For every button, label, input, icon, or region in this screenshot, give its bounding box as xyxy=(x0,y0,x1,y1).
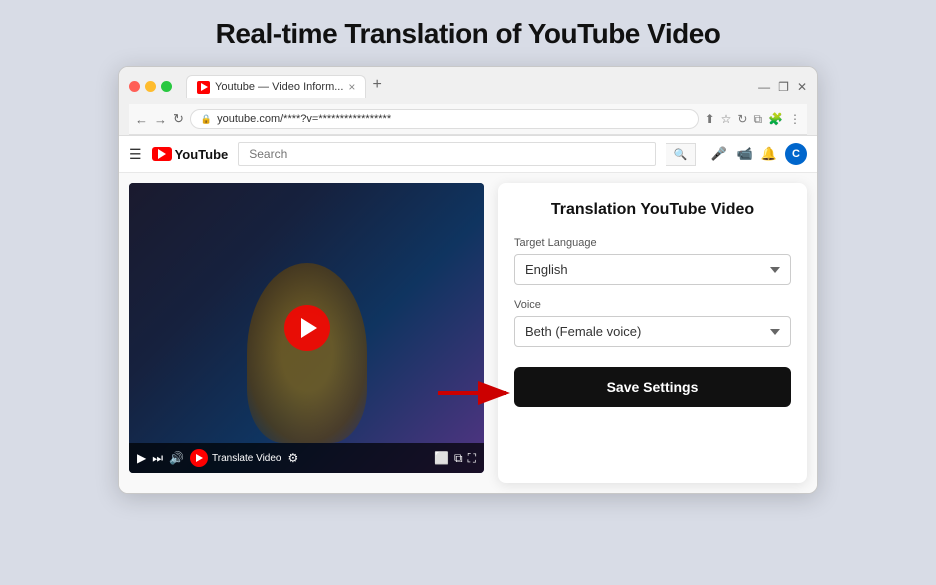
search-button[interactable]: 🔍 xyxy=(666,143,697,166)
notifications-icon[interactable]: 🔔 xyxy=(761,146,777,162)
active-tab[interactable]: Youtube — Video Inform... × xyxy=(186,75,366,98)
create-icon[interactable]: 📹 xyxy=(737,146,753,162)
minimize-button[interactable]: — xyxy=(758,80,770,94)
user-avatar[interactable]: C xyxy=(785,143,807,165)
voice-label: Voice xyxy=(514,299,791,311)
browser-content: ▶ ⏭ 🔊 Translate Video ⚙ ⬜ ⧉ ⛶ xyxy=(119,173,817,493)
translate-video-button[interactable]: Translate Video xyxy=(190,449,282,467)
video-background xyxy=(129,183,484,473)
new-tab-button[interactable]: + xyxy=(372,76,381,98)
restore-button[interactable]: ❐ xyxy=(778,80,789,94)
tab-bar: Youtube — Video Inform... × + xyxy=(186,75,752,98)
target-language-select[interactable]: English Spanish French German Japanese C… xyxy=(514,254,791,285)
lock-icon: 🔒 xyxy=(201,114,212,125)
close-window-dot[interactable] xyxy=(129,81,140,92)
reload-icon[interactable]: ↻ xyxy=(737,112,747,126)
tab-close-button[interactable]: × xyxy=(348,80,355,94)
page-title: Real-time Translation of YouTube Video xyxy=(216,18,721,50)
menu-icon[interactable]: ⋮ xyxy=(789,112,801,126)
voice-field: Voice Beth (Female voice) Amy (Female vo… xyxy=(514,299,791,347)
minimize-window-dot[interactable] xyxy=(145,81,156,92)
miniplayer-control[interactable]: ⧉ xyxy=(454,451,463,466)
bookmark-icon[interactable]: ☆ xyxy=(721,112,732,126)
translate-icon xyxy=(190,449,208,467)
browser-titlebar: Youtube — Video Inform... × + — ❐ ✕ ← → … xyxy=(119,67,817,136)
close-button[interactable]: ✕ xyxy=(797,80,807,94)
share-icon[interactable]: ⬆ xyxy=(705,112,715,126)
forward-button[interactable]: → xyxy=(154,112,167,127)
voice-select[interactable]: Beth (Female voice) Amy (Female voice) B… xyxy=(514,316,791,347)
maximize-window-dot[interactable] xyxy=(161,81,172,92)
hamburger-menu[interactable]: ☰ xyxy=(129,146,142,163)
next-control[interactable]: ⏭ xyxy=(152,451,163,466)
address-bar[interactable]: 🔒 youtube.com/****?v=***************** xyxy=(190,109,699,129)
mic-icon[interactable]: 🎤 xyxy=(710,146,726,162)
browser-window: Youtube — Video Inform... × + — ❐ ✕ ← → … xyxy=(118,66,818,494)
panel-title: Translation YouTube Video xyxy=(514,201,791,219)
youtube-logo-icon xyxy=(152,147,172,161)
url-text: youtube.com/****?v=***************** xyxy=(217,113,391,125)
refresh-button[interactable]: ↻ xyxy=(173,111,184,127)
window-controls: — ❐ ✕ xyxy=(758,80,807,94)
extensions-icon[interactable]: 🧩 xyxy=(768,112,783,126)
target-language-field: Target Language English Spanish French G… xyxy=(514,237,791,285)
youtube-navbar: ☰ YouTube 🔍 🎤 📹 🔔 C xyxy=(119,136,817,173)
target-language-label: Target Language xyxy=(514,237,791,249)
video-player[interactable]: ▶ ⏭ 🔊 Translate Video ⚙ ⬜ ⧉ ⛶ xyxy=(129,183,484,473)
youtube-logo-text: YouTube xyxy=(175,147,229,162)
navbar-right-icons: 📹 🔔 C xyxy=(737,143,807,165)
settings-control[interactable]: ⚙ xyxy=(288,451,299,465)
translation-panel: Translation YouTube Video Target Languag… xyxy=(498,183,807,483)
search-input[interactable] xyxy=(238,142,655,166)
traffic-lights xyxy=(129,81,172,92)
play-control[interactable]: ▶ xyxy=(137,451,146,465)
tab-label: Youtube — Video Inform... xyxy=(215,81,343,93)
youtube-logo[interactable]: YouTube xyxy=(152,147,229,162)
play-button[interactable] xyxy=(284,305,330,351)
tab-icon[interactable]: ⧉ xyxy=(753,112,762,127)
arrow-indicator xyxy=(438,373,518,418)
translate-video-label: Translate Video xyxy=(212,453,282,464)
video-controls: ▶ ⏭ 🔊 Translate Video ⚙ ⬜ ⧉ ⛶ xyxy=(129,443,484,473)
address-bar-row: ← → ↻ 🔒 youtube.com/****?v=*************… xyxy=(129,104,807,135)
fullscreen-control[interactable]: ⛶ xyxy=(468,451,476,466)
theater-control[interactable]: ⬜ xyxy=(434,451,449,465)
right-controls: ⬜ ⧉ ⛶ xyxy=(434,451,476,466)
address-icons: ⬆ ☆ ↻ ⧉ 🧩 ⋮ xyxy=(705,112,801,127)
tab-favicon xyxy=(197,81,210,94)
volume-control[interactable]: 🔊 xyxy=(169,451,184,465)
back-button[interactable]: ← xyxy=(135,112,148,127)
save-settings-button[interactable]: Save Settings xyxy=(514,367,791,407)
